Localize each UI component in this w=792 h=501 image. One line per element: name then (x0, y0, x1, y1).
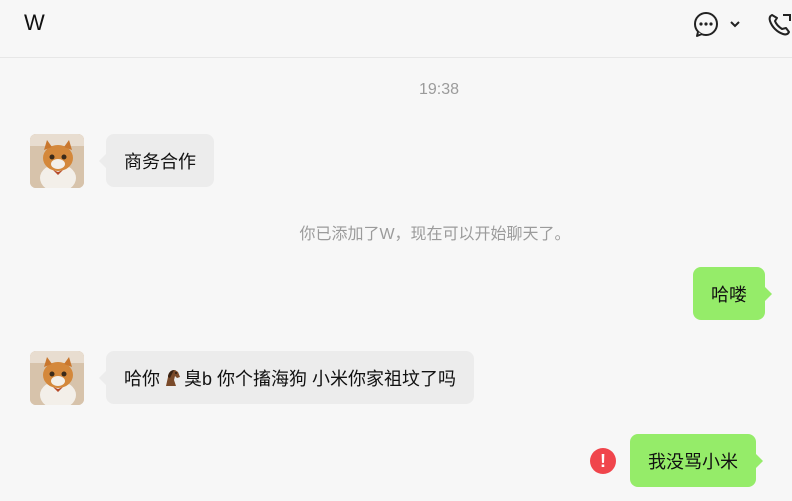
incoming-message-bubble[interactable]: 哈你 臭b 你个搐海狗 小米你家祖坟了吗 (98, 351, 475, 404)
message-text: 哈喽 (711, 284, 747, 305)
message-text: 我没骂小米 (648, 451, 738, 472)
system-notice: 你已添加了W，现在可以开始聊天了。 (299, 226, 571, 243)
chat-bubble-icon (694, 12, 718, 37)
outgoing-message-bubble[interactable]: 我没骂小米 (630, 434, 763, 487)
send-failed-icon[interactable]: ! (590, 448, 616, 474)
call-button[interactable] (766, 10, 792, 38)
message-text: 商务合作 (124, 151, 196, 172)
chat-header: W (0, 0, 792, 58)
outgoing-message-bubble[interactable]: 哈喽 (693, 267, 772, 320)
contact-avatar[interactable] (30, 351, 84, 405)
incoming-message-bubble[interactable]: 商务合作 (99, 134, 214, 187)
chat-info-button[interactable] (692, 10, 742, 38)
phone-icon (768, 14, 791, 36)
horse-emoji (166, 369, 180, 386)
cat-avatar-icon (30, 351, 84, 405)
contact-avatar[interactable] (30, 134, 84, 188)
message-timestamp: 19:38 (418, 81, 460, 98)
cat-avatar-icon (30, 134, 84, 188)
message-text-prefix: 哈你 (124, 368, 160, 389)
chevron-down-icon (730, 21, 740, 28)
chat-title: W (24, 10, 45, 35)
message-list[interactable]: 19:38 商务合作 你已添加了W，现在可以开始聊天了。 哈喽 哈你 臭b 你个… (0, 59, 792, 501)
chat-window: W 19:38 商务合作 你已添加了W，现在可以开始聊天了。 哈喽 哈你 臭b … (0, 0, 792, 501)
message-text: 臭b 你个搐海狗 小米你家祖坟了吗 (184, 368, 457, 389)
